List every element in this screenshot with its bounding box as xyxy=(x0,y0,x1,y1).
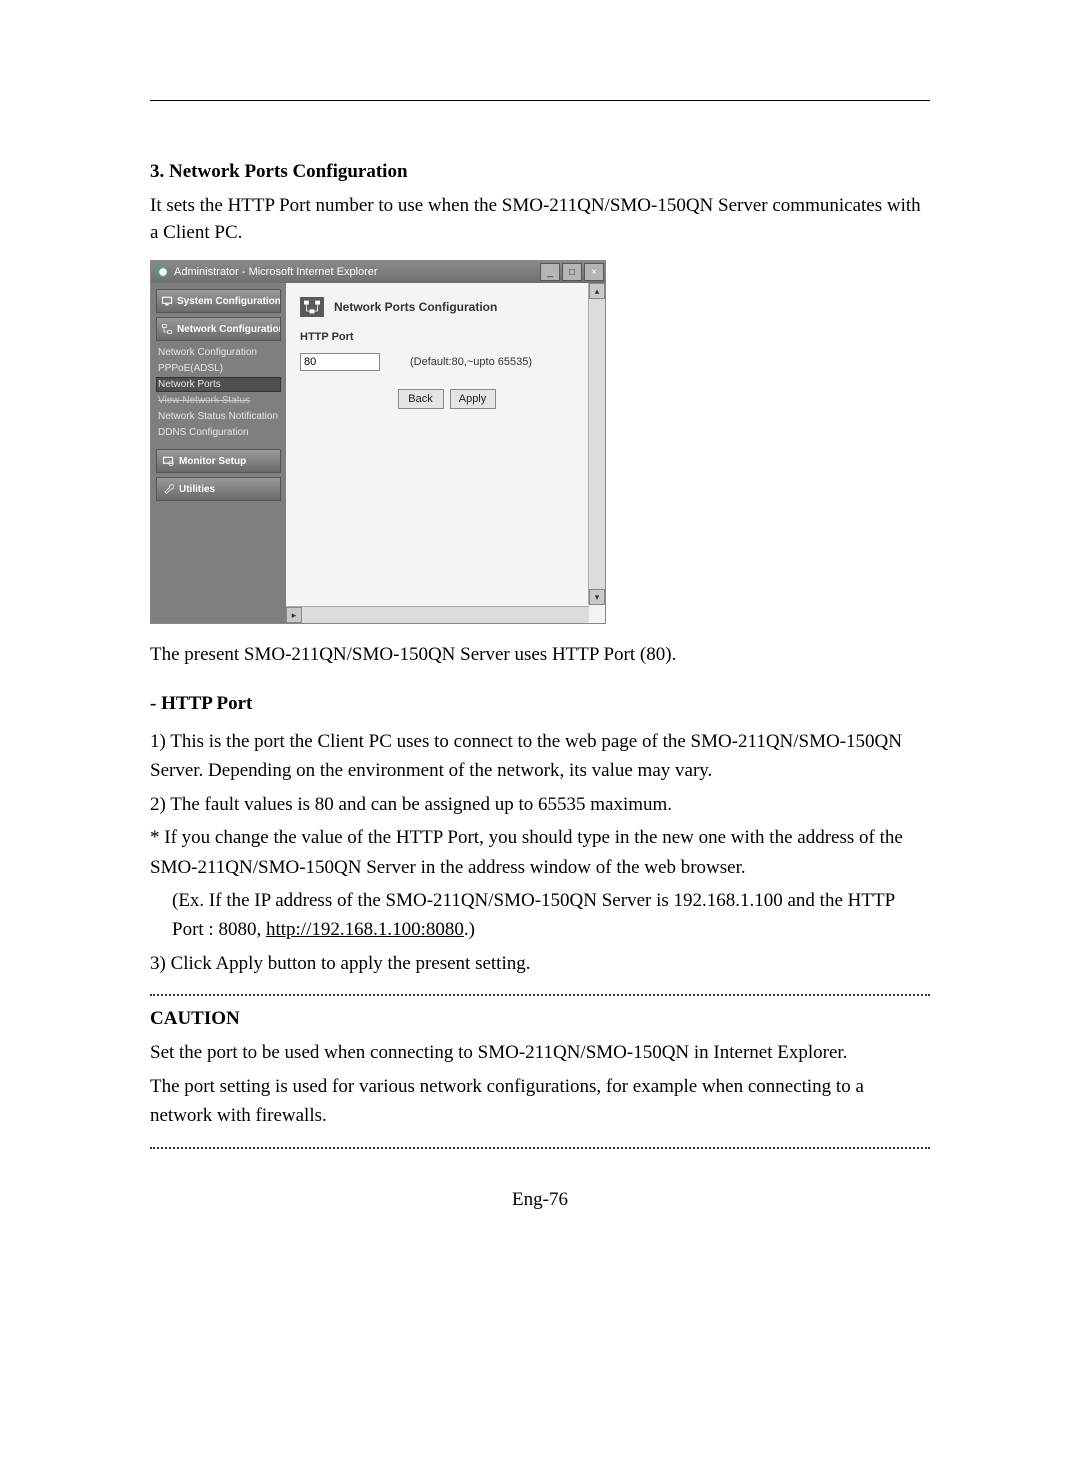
sidebar: System Configuration Network Configurati… xyxy=(151,283,286,623)
sidebar-sub-view-network-status[interactable]: View Network Status xyxy=(156,393,281,408)
http-port-heading: - HTTP Port xyxy=(150,693,930,715)
vertical-scrollbar[interactable]: ▴ ▾ xyxy=(588,283,605,605)
monitor-icon xyxy=(161,294,173,308)
window-title: Administrator - Microsoft Internet Explo… xyxy=(174,266,378,278)
sidebar-sub-network-configuration[interactable]: Network Configuration xyxy=(156,345,281,360)
back-button[interactable]: Back xyxy=(398,389,444,409)
embedded-screenshot: Administrator - Microsoft Internet Explo… xyxy=(150,260,606,624)
sidebar-item-label: Network Configuration xyxy=(177,324,281,335)
dotted-separator xyxy=(150,1147,930,1149)
section-heading: 3. Network Ports Configuration xyxy=(150,161,930,183)
caution-paragraph-2: The port setting is used for various net… xyxy=(150,1072,930,1131)
sidebar-item-system-configuration[interactable]: System Configuration xyxy=(156,289,281,313)
dotted-separator xyxy=(150,994,930,996)
top-rule xyxy=(150,100,930,101)
sidebar-item-label: System Configuration xyxy=(177,296,281,307)
sidebar-item-network-configuration[interactable]: Network Configuration xyxy=(156,317,281,341)
maximize-button[interactable]: □ xyxy=(562,263,582,281)
http-port-note: * If you change the value of the HTTP Po… xyxy=(150,823,930,882)
http-port-point-3: 3) Click Apply button to apply the prese… xyxy=(150,949,930,978)
ports-icon xyxy=(300,297,324,317)
content-title: Network Ports Configuration xyxy=(300,297,593,317)
scroll-down-icon[interactable]: ▾ xyxy=(589,589,605,605)
button-row: Back Apply xyxy=(300,389,593,409)
sidebar-item-utilities[interactable]: Utilities xyxy=(156,477,281,501)
after-screenshot-note: The present SMO-211QN/SMO-150QN Server u… xyxy=(150,642,930,669)
intro-paragraph: It sets the HTTP Port number to use when… xyxy=(150,193,930,246)
close-button[interactable]: × xyxy=(584,263,604,281)
example-url: http://192.168.1.100:8080 xyxy=(266,919,464,940)
content-panel: Network Ports Configuration HTTP Port (D… xyxy=(286,283,605,623)
scroll-up-icon[interactable]: ▴ xyxy=(589,283,605,299)
sidebar-sub-ddns-configuration[interactable]: DDNS Configuration xyxy=(156,425,281,440)
http-port-row: (Default:80,~upto 65535) xyxy=(300,353,593,371)
horizontal-scrollbar[interactable]: ◂ ▸ xyxy=(286,606,589,623)
page-footer: Eng-76 xyxy=(150,1189,930,1211)
sidebar-item-label: Monitor Setup xyxy=(179,456,246,467)
http-port-point-2: 2) The fault values is 80 and can be ass… xyxy=(150,790,930,819)
wrench-icon xyxy=(161,482,175,496)
sidebar-sub-network-status-notification[interactable]: Network Status Notification xyxy=(156,409,281,424)
scroll-right-icon[interactable]: ▸ xyxy=(286,607,302,623)
example-suffix: .) xyxy=(464,919,475,940)
network-icon xyxy=(161,322,173,336)
sidebar-sub-pppoe[interactable]: PPPoE(ADSL) xyxy=(156,361,281,376)
window-titlebar: Administrator - Microsoft Internet Explo… xyxy=(151,261,605,283)
http-port-hint: (Default:80,~upto 65535) xyxy=(410,356,532,368)
http-port-label: HTTP Port xyxy=(300,331,593,343)
apply-button[interactable]: Apply xyxy=(450,389,496,409)
monitor-setup-icon xyxy=(161,454,175,468)
sidebar-item-monitor-setup[interactable]: Monitor Setup xyxy=(156,449,281,473)
http-port-input[interactable] xyxy=(300,353,380,371)
sidebar-item-label: Utilities xyxy=(179,484,215,495)
http-port-example: (Ex. If the IP address of the SMO-211QN/… xyxy=(150,886,930,945)
caution-heading: CAUTION xyxy=(150,1008,930,1030)
ie-icon xyxy=(157,266,169,278)
http-port-point-1: 1) This is the port the Client PC uses t… xyxy=(150,727,930,786)
content-title-text: Network Ports Configuration xyxy=(334,300,497,314)
caution-paragraph-1: Set the port to be used when connecting … xyxy=(150,1038,930,1067)
minimize-button[interactable]: _ xyxy=(540,263,560,281)
sidebar-sub-network-ports[interactable]: Network Ports xyxy=(156,377,281,392)
